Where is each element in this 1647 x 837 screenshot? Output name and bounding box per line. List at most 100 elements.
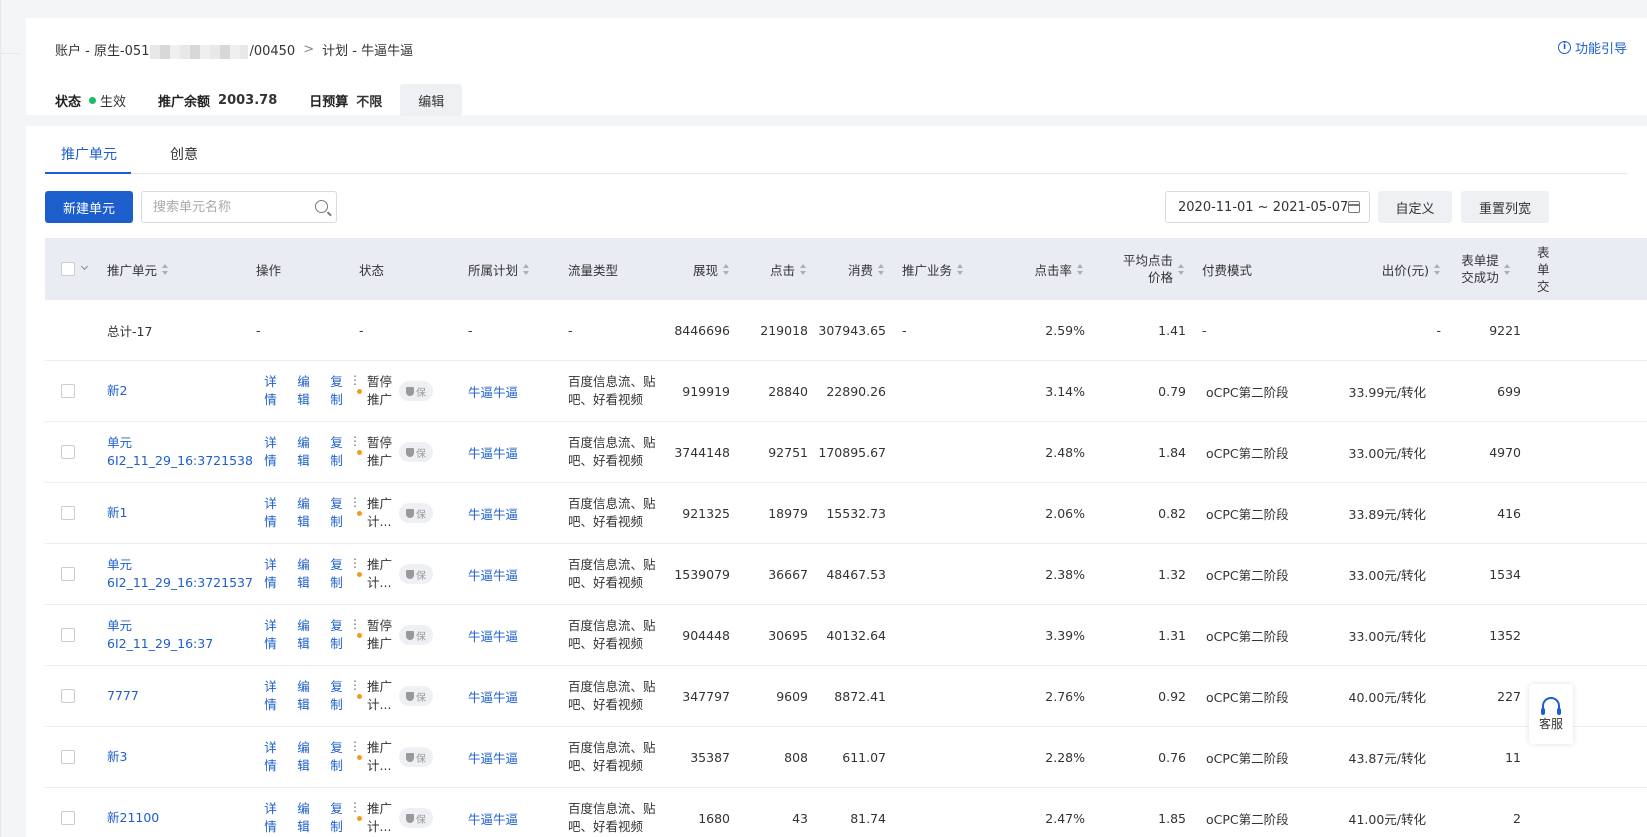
detail-link[interactable]: 详情 [262,617,279,653]
edit-link[interactable]: 编辑 [295,495,312,531]
detail-link[interactable]: 详情 [262,373,279,409]
row-checkbox[interactable] [61,567,75,581]
edit-link[interactable]: 编辑 [295,617,312,653]
status-dot-icon [89,96,97,104]
total-bid: - [1436,322,1441,338]
avg-cpc-cell: 1.84 [1158,444,1186,460]
sort-icon[interactable] [878,263,885,275]
breadcrumb-account[interactable]: 账户 - 原生-051/00450 [55,40,295,59]
copy-link[interactable]: 复制 [328,373,345,409]
edit-link[interactable]: 编辑 [295,556,312,592]
column-header-cost[interactable]: 消费 [810,238,885,300]
column-header-avg-cpc[interactable]: 平均点击价格 [1105,238,1185,300]
customer-service-button[interactable]: 客服 [1529,684,1573,744]
copy-link[interactable]: 复制 [328,556,345,592]
plan-link[interactable]: 牛逼牛逼 [468,626,518,645]
shield-badge[interactable]: 保 [399,747,433,767]
bid-cell: 33.00元/转化 [1348,628,1427,644]
select-all-checkbox[interactable] [61,262,75,276]
column-header-business[interactable]: 推广业务 [902,238,964,300]
sort-icon[interactable] [523,263,530,275]
sort-icon[interactable] [162,263,169,275]
detail-link[interactable]: 详情 [262,739,279,775]
plan-link[interactable]: 牛逼牛逼 [468,504,518,523]
plan-link[interactable]: 牛逼牛逼 [468,748,518,767]
date-range-picker[interactable]: 2020-11-01 ~ 2021-05-07 [1165,191,1370,223]
plan-link[interactable]: 牛逼牛逼 [468,382,518,401]
status-dot-icon [357,449,362,455]
copy-link[interactable]: 复制 [328,678,345,714]
feature-guide-link[interactable]: i 功能引导 [1557,38,1627,57]
search-icon[interactable] [315,200,328,213]
edit-button[interactable]: 编辑 [400,84,463,116]
column-header-clicks[interactable]: 点击 [735,238,807,300]
sort-icon[interactable] [723,263,730,275]
column-header-impressions[interactable]: 展现 [655,238,730,300]
unit-name-link[interactable]: 新1 [107,504,232,522]
search-input[interactable] [142,192,302,222]
tab-units[interactable]: 推广单元 [61,144,117,164]
column-header-unit[interactable]: 推广单元 [107,238,169,300]
row-status: 暂停推广 保 [357,434,433,470]
avg-cpc-cell: 0.79 [1158,383,1186,399]
unit-name-link[interactable]: 单元6I2_11_29_16:37 [107,617,232,653]
row-checkbox[interactable] [61,628,75,642]
masked-account-id [150,44,249,59]
detail-link[interactable]: 详情 [262,678,279,714]
detail-link[interactable]: 详情 [262,434,279,470]
headset-icon [1541,696,1561,715]
shield-badge[interactable]: 保 [399,381,433,401]
copy-link[interactable]: 复制 [328,800,345,836]
detail-link[interactable]: 详情 [262,495,279,531]
detail-link[interactable]: 详情 [262,800,279,836]
shield-badge[interactable]: 保 [399,686,433,706]
plan-link[interactable]: 牛逼牛逼 [468,809,518,828]
column-header-plan[interactable]: 所属计划 [468,238,530,300]
plan-link[interactable]: 牛逼牛逼 [468,565,518,584]
edit-link[interactable]: 编辑 [295,739,312,775]
detail-link[interactable]: 详情 [262,556,279,592]
copy-link[interactable]: 复制 [328,617,345,653]
shield-badge[interactable]: 保 [399,503,433,523]
copy-link[interactable]: 复制 [328,495,345,531]
row-checkbox[interactable] [61,689,75,703]
row-checkbox[interactable] [61,506,75,520]
plan-link[interactable]: 牛逼牛逼 [468,443,518,462]
edit-link[interactable]: 编辑 [295,678,312,714]
copy-link[interactable]: 复制 [328,434,345,470]
unit-name-link[interactable]: 7777 [107,687,232,705]
shield-badge[interactable]: 保 [399,808,433,828]
unit-name-link[interactable]: 新2 [107,382,232,400]
shield-badge[interactable]: 保 [399,625,433,645]
ctr-cell: 2.47% [1045,810,1085,826]
edit-link[interactable]: 编辑 [295,373,312,409]
plan-link[interactable]: 牛逼牛逼 [468,687,518,706]
edit-link[interactable]: 编辑 [295,800,312,836]
sort-icon[interactable] [957,263,964,275]
unit-name-link[interactable]: 新3 [107,748,232,766]
sort-icon[interactable] [1178,263,1185,275]
edit-link[interactable]: 编辑 [295,434,312,470]
unit-name-link[interactable]: 单元6I2_11_29_16:3721537 [107,556,253,592]
shield-badge[interactable]: 保 [399,442,433,462]
unit-name-link[interactable]: 单元6I2_11_29_16:3721538 [107,434,253,470]
reset-column-width-button[interactable]: 重置列宽 [1461,191,1549,223]
row-checkbox[interactable] [61,445,75,459]
sort-icon[interactable] [800,263,807,275]
custom-columns-button[interactable]: 自定义 [1378,191,1452,223]
row-checkbox[interactable] [61,750,75,764]
sort-icon[interactable] [1504,263,1511,275]
unit-name-link[interactable]: 新21100 [107,809,232,827]
chevron-down-icon[interactable] [80,262,89,271]
copy-link[interactable]: 复制 [328,739,345,775]
column-header-bid[interactable]: 出价(元) [1345,238,1441,300]
column-header-ctr[interactable]: 点击率 [1005,238,1084,300]
row-checkbox[interactable] [61,384,75,398]
sort-icon[interactable] [1077,263,1084,275]
sort-icon[interactable] [1434,263,1441,275]
shield-badge[interactable]: 保 [399,564,433,584]
column-header-form-success[interactable]: 表单提交成功 [1455,238,1511,300]
row-checkbox[interactable] [61,811,75,825]
new-unit-button[interactable]: 新建单元 [45,191,133,223]
tab-creatives[interactable]: 创意 [170,144,198,164]
